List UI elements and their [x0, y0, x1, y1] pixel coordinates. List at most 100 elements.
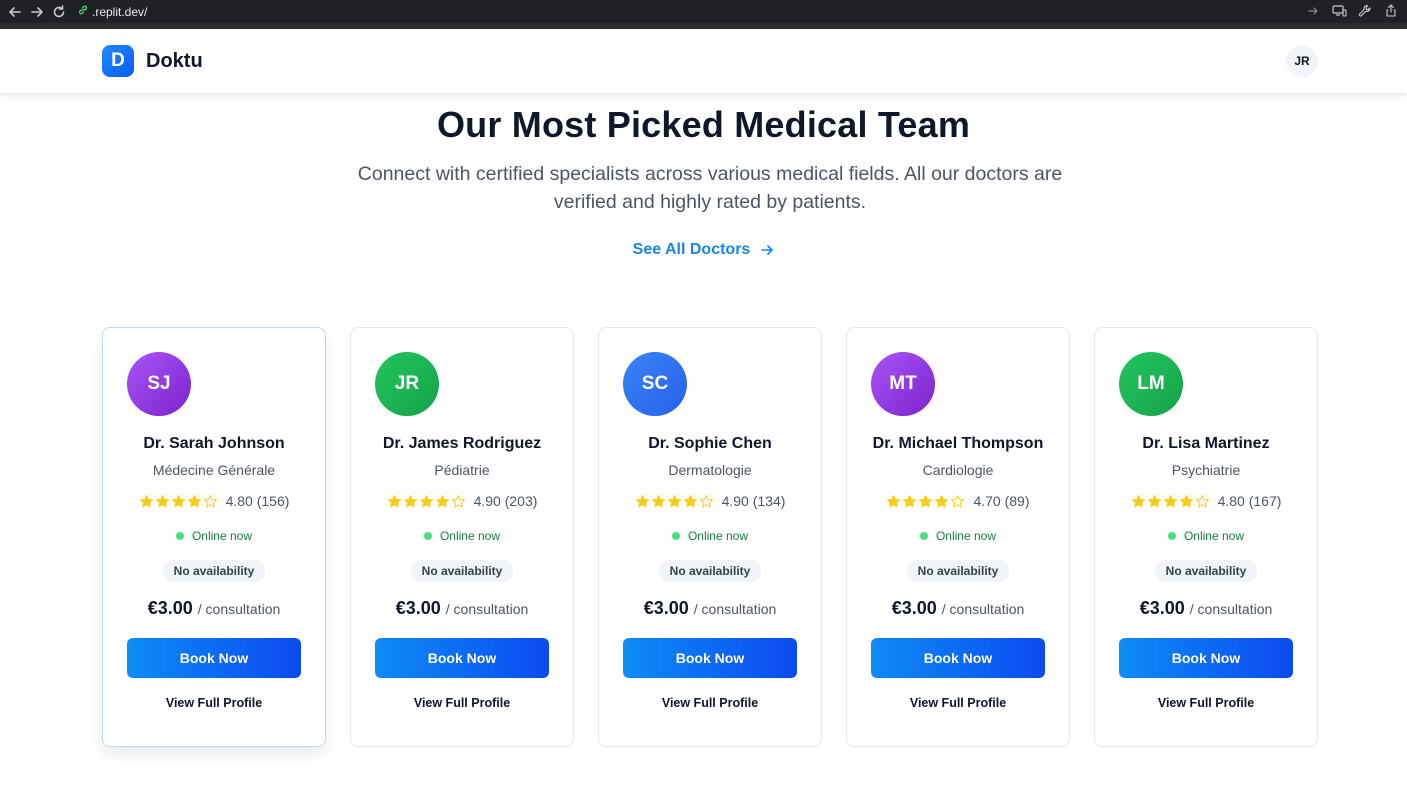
price-value: €3.00 — [395, 598, 441, 618]
rating-stars — [635, 494, 714, 509]
star-filled-icon — [403, 494, 417, 507]
status-label: Online now — [1183, 529, 1245, 543]
star-filled-icon — [1131, 494, 1145, 507]
wrench-icon[interactable] — [1357, 3, 1373, 19]
doctor-card[interactable]: LM Dr. Lisa Martinez Psychiatrie 4.80 (1… — [1094, 327, 1318, 747]
doctor-specialty: Médecine Générale — [152, 462, 276, 478]
book-now-button[interactable]: Book Now — [1119, 638, 1293, 678]
status-label: Online now — [935, 529, 997, 543]
online-dot-icon — [919, 532, 928, 540]
star-empty-icon — [951, 494, 965, 507]
star-empty-icon — [203, 494, 217, 507]
see-all-doctors-link[interactable]: See All Doctors — [0, 241, 1407, 259]
star-filled-icon — [155, 494, 169, 507]
see-all-label: See All Doctors — [632, 241, 751, 258]
doctor-avatar: LM — [1119, 352, 1183, 416]
book-now-button[interactable]: Book Now — [871, 638, 1045, 678]
price-value: €3.00 — [891, 598, 937, 618]
star-empty-icon — [1195, 494, 1209, 507]
doctor-rating: 4.70 (89) — [847, 493, 1069, 509]
doctor-name: Dr. Sarah Johnson — [143, 435, 285, 452]
status-label: Online now — [439, 529, 501, 543]
star-filled-icon — [903, 494, 917, 507]
doctor-rating: 4.90 (134) — [599, 493, 821, 509]
availability-badge: No availability — [658, 560, 762, 582]
user-avatar[interactable]: JR — [1286, 45, 1318, 77]
view-profile-link[interactable]: View Full Profile — [103, 696, 325, 710]
book-now-button[interactable]: Book Now — [127, 638, 301, 678]
doctor-name: Dr. Sophie Chen — [648, 435, 772, 452]
online-dot-icon — [1167, 532, 1176, 540]
star-filled-icon — [683, 494, 697, 507]
star-filled-icon — [887, 494, 901, 507]
reload-icon[interactable] — [51, 4, 67, 20]
rating-value: 4.80 (167) — [1217, 493, 1282, 509]
price-value: €3.00 — [1139, 598, 1185, 618]
view-profile-link[interactable]: View Full Profile — [847, 696, 1069, 710]
price: €3.00 / consultation — [599, 598, 821, 619]
rating-stars — [886, 494, 965, 509]
view-profile-link[interactable]: View Full Profile — [1095, 696, 1317, 710]
doctor-avatar: SJ — [127, 352, 191, 416]
forward-icon[interactable] — [29, 4, 45, 20]
share-icon[interactable] — [1383, 3, 1399, 19]
online-status: Online now — [599, 529, 821, 543]
doctor-avatar: JR — [375, 352, 439, 416]
view-profile-link[interactable]: View Full Profile — [599, 696, 821, 710]
doctor-specialty: Cardiologie — [922, 462, 994, 478]
doctor-card[interactable]: JR Dr. James Rodriguez Pédiatrie 4.90 (2… — [350, 327, 574, 747]
online-dot-icon — [671, 532, 680, 540]
arrow-right-icon[interactable] — [1305, 3, 1321, 19]
star-empty-icon — [699, 494, 713, 507]
star-filled-icon — [651, 494, 665, 507]
price-unit: / consultation — [941, 601, 1025, 617]
star-filled-icon — [667, 494, 681, 507]
rating-stars — [139, 494, 218, 509]
price: €3.00 / consultation — [103, 598, 325, 619]
link-icon — [77, 4, 89, 19]
rating-value: 4.90 (203) — [473, 493, 538, 509]
star-filled-icon — [419, 494, 433, 507]
availability-badge: No availability — [906, 560, 1010, 582]
rating-value: 4.70 (89) — [973, 493, 1030, 509]
price-unit: / consultation — [445, 601, 529, 617]
browser-toolbar: .replit.dev/ — [0, 0, 1407, 23]
star-filled-icon — [187, 494, 201, 507]
price-value: €3.00 — [643, 598, 689, 618]
brand-logo: D — [102, 45, 134, 77]
book-now-button[interactable]: Book Now — [623, 638, 797, 678]
doctor-name: Dr. Lisa Martinez — [1142, 435, 1270, 452]
address-bar[interactable]: .replit.dev/ — [77, 4, 147, 19]
view-profile-link[interactable]: View Full Profile — [351, 696, 573, 710]
doctor-card[interactable]: MT Dr. Michael Thompson Cardiologie 4.70… — [846, 327, 1070, 747]
star-filled-icon — [1163, 494, 1177, 507]
doctor-card[interactable]: SJ Dr. Sarah Johnson Médecine Générale 4… — [102, 327, 326, 747]
doctor-specialty: Dermatologie — [668, 462, 752, 478]
doctor-cards: SJ Dr. Sarah Johnson Médecine Générale 4… — [102, 327, 1318, 747]
doctor-rating: 4.80 (167) — [1095, 493, 1317, 509]
online-dot-icon — [423, 532, 432, 540]
back-icon[interactable] — [7, 4, 23, 20]
star-filled-icon — [171, 494, 185, 507]
status-label: Online now — [191, 529, 253, 543]
price: €3.00 / consultation — [351, 598, 573, 619]
doctor-name: Dr. James Rodriguez — [382, 435, 542, 452]
brand-name: Doktu — [146, 49, 203, 72]
price: €3.00 / consultation — [1095, 598, 1317, 619]
price-value: €3.00 — [147, 598, 193, 618]
doctor-card[interactable]: SC Dr. Sophie Chen Dermatologie 4.90 (13… — [598, 327, 822, 747]
star-filled-icon — [387, 494, 401, 507]
brand[interactable]: D Doktu — [102, 45, 203, 77]
price-unit: / consultation — [1189, 601, 1273, 617]
star-filled-icon — [935, 494, 949, 507]
book-now-button[interactable]: Book Now — [375, 638, 549, 678]
availability-badge: No availability — [162, 560, 266, 582]
section-subtitle: Connect with certified specialists acros… — [357, 163, 1063, 213]
rating-stars — [1131, 494, 1210, 509]
online-status: Online now — [1095, 529, 1317, 543]
online-status: Online now — [847, 529, 1069, 543]
star-empty-icon — [451, 494, 465, 507]
availability-badge: No availability — [410, 560, 514, 582]
devices-icon[interactable] — [1331, 3, 1347, 19]
price-unit: / consultation — [197, 601, 281, 617]
